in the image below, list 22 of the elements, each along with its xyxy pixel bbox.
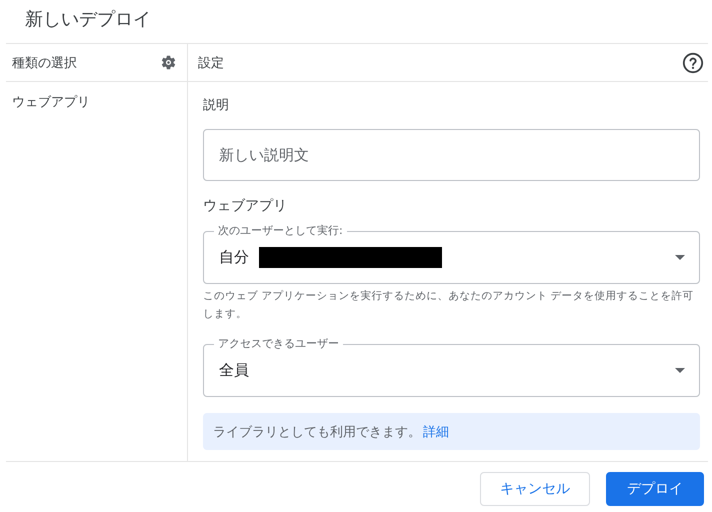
- info-text: ライブラリとしても利用できます。: [213, 424, 421, 440]
- details-link[interactable]: 詳細: [423, 422, 449, 440]
- helper-text: このウェブ アプリケーションを実行するために、あなたのアカウント データを使用することを許可します。: [203, 289, 695, 322]
- field-value: 自分: [219, 248, 249, 267]
- field-value: 全員: [219, 361, 249, 380]
- sidebar-heading: 種類の選択: [12, 54, 77, 72]
- field-label: 次のユーザーとして実行:: [217, 224, 344, 238]
- dialog-title: 新しいデプロイ: [24, 8, 152, 32]
- field-label: アクセスできるユーザー: [217, 337, 340, 351]
- description-field[interactable]: 新しい説明文: [203, 129, 700, 181]
- caret-icon: [675, 255, 685, 260]
- dropdown-field[interactable]: 次のユーザーとして実行: 自分: [203, 224, 700, 284]
- section-heading: ウェブアプリ: [203, 197, 288, 215]
- sidebar-item[interactable]: ウェブアプリ: [6, 82, 187, 122]
- caret-icon: [675, 368, 685, 373]
- cancel-button[interactable]: キャンセル: [480, 472, 590, 506]
- help-icon[interactable]: [682, 52, 704, 74]
- deploy-button[interactable]: デプロイ: [606, 472, 704, 506]
- field-label: 説明: [203, 97, 230, 114]
- panel-heading: 設定: [198, 54, 224, 72]
- settings-icon[interactable]: [160, 54, 177, 71]
- dropdown-field[interactable]: アクセスできるユーザー 全員: [203, 337, 700, 397]
